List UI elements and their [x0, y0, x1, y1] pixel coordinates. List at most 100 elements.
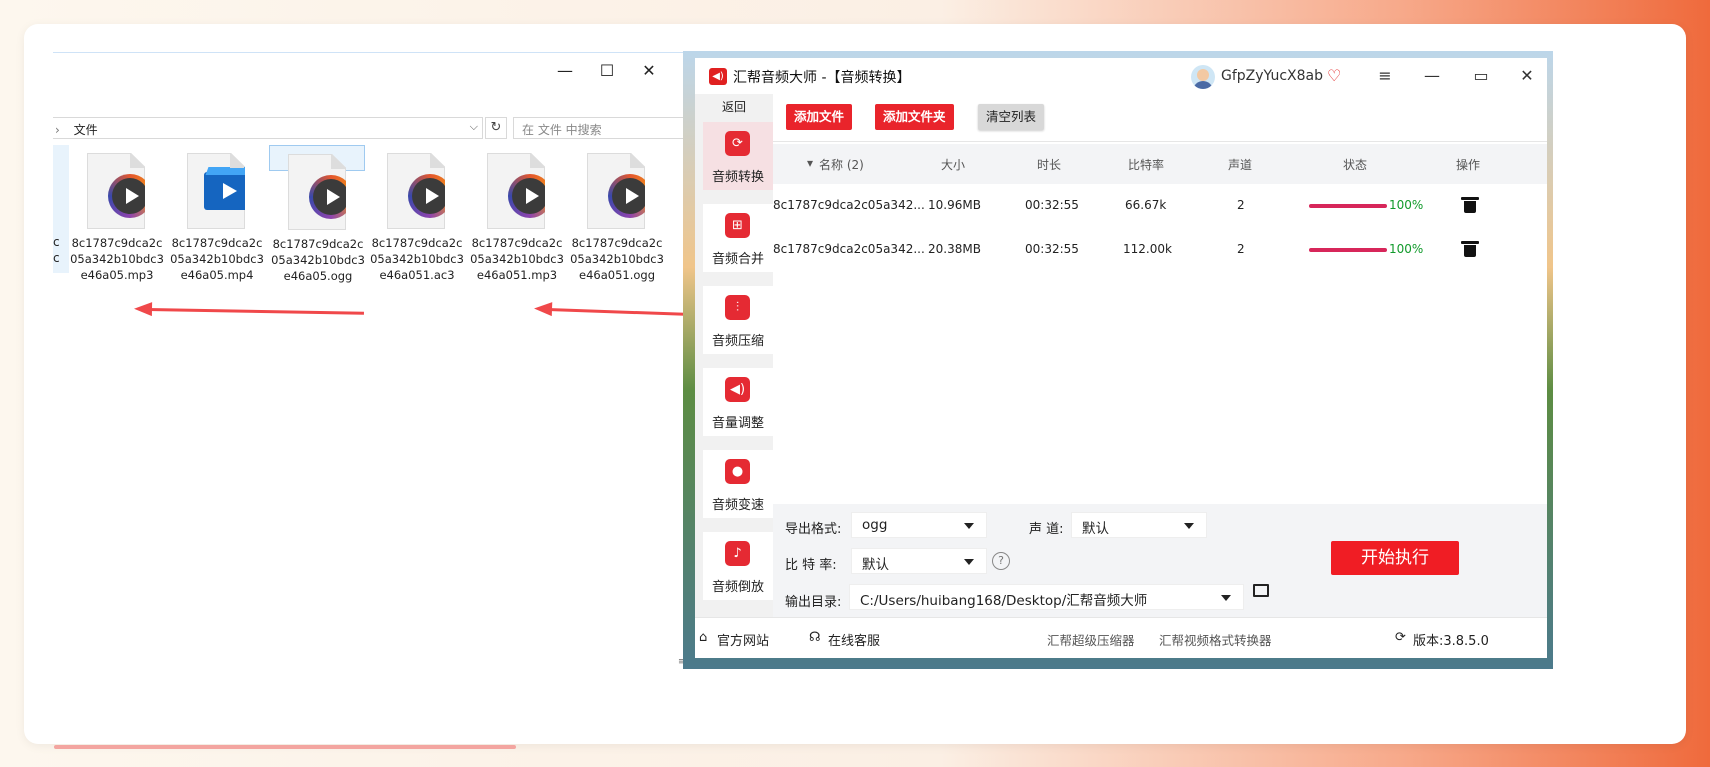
sidebar-item-label: 音频倒放: [711, 580, 764, 595]
cell-name: 8c1787c9dca2c05a342...: [773, 198, 925, 212]
col-name[interactable]: 名称 (2): [819, 156, 864, 173]
chevron-down-icon[interactable]: ⌵: [470, 120, 478, 134]
address-bar[interactable]: › 文件 ⌵: [53, 117, 483, 139]
cell-bitrate: 66.67k: [1125, 198, 1167, 212]
sidebar-item-audio-merge[interactable]: ⊞ 音频合并: [703, 204, 773, 272]
file-name: 8c1787c9dca2c05a342b10bdc3e46a05.mp4: [170, 236, 264, 282]
progress-bar: [1309, 248, 1387, 252]
search-input[interactable]: 在 文件 中搜索 ⌕: [513, 117, 708, 139]
cell-duration: 00:32:55: [1025, 242, 1079, 256]
add-folder-button[interactable]: 添加文件夹: [875, 104, 954, 130]
sidebar-item-label: 音频合并: [711, 252, 764, 267]
table-row[interactable]: 8c1787c9dca2c05a342... 20.38MB 00:32:55 …: [773, 228, 1547, 272]
file-item[interactable]: 8c1787c9dca2c05a342b10bdc3e46a051.ogg: [569, 145, 665, 282]
headset-icon: ☊: [809, 630, 821, 645]
add-file-button[interactable]: 添加文件: [786, 104, 853, 130]
sidebar-item-audio-convert[interactable]: ⟳ 音频转换: [703, 122, 773, 190]
progress-percent: 100%: [1389, 198, 1424, 212]
file-item[interactable]: 8c1787c9dca2c05a342b10bdc3e46a05.mp3: [69, 145, 165, 282]
table-row[interactable]: 8c1787c9dca2c05a342... 10.96MB 00:32:55 …: [773, 184, 1547, 228]
minimize-button[interactable]: —: [550, 61, 580, 80]
output-label: 输出目录:: [785, 595, 842, 610]
cell-channel: 2: [1237, 198, 1245, 212]
app-title: 汇帮音频大师 -【音频转换】: [733, 70, 911, 86]
clear-list-button[interactable]: 清空列表: [978, 104, 1045, 130]
chevron-down-icon: [1221, 595, 1231, 601]
maximize-button[interactable]: ☐: [592, 61, 622, 80]
vip-diamond-icon[interactable]: ♡: [1327, 66, 1341, 85]
search-placeholder: 在 文件 中搜索: [522, 123, 602, 137]
output-dir-select[interactable]: C:/Users/huibang168/Desktop/汇帮音频大师: [849, 584, 1244, 610]
sidebar-item-label: 音频转换: [711, 170, 764, 185]
website-link[interactable]: 官方网站: [717, 630, 769, 649]
file-item[interactable]: 8c1787c9dca2c05a342b10bdc3e46a051.ac3: [369, 145, 465, 282]
file-name: 8c1787c9dca2c05a342b10bdc3e46a051.ogg: [570, 236, 664, 282]
home-icon: ⌂: [699, 630, 708, 645]
format-label: 导出格式:: [785, 522, 842, 537]
sidebar-item-speed[interactable]: ● 音频变速: [703, 450, 773, 518]
audio-play-icon: [408, 174, 445, 218]
avatar[interactable]: [1191, 65, 1215, 89]
close-button[interactable]: ✕: [1512, 66, 1542, 85]
folder-open-icon[interactable]: [1253, 584, 1269, 597]
file-item-selected[interactable]: 8c1787c9dca2c05a342b10bdc3e46a05.ogg: [269, 145, 365, 283]
output-dir-value: C:/Users/huibang168/Desktop/汇帮音频大师: [860, 593, 1148, 609]
cell-duration: 00:32:55: [1025, 198, 1079, 212]
cell-size: 10.96MB: [928, 198, 981, 212]
back-button[interactable]: 返回: [695, 98, 773, 115]
bitrate-select[interactable]: 默认: [851, 548, 987, 574]
cell-channel: 2: [1237, 242, 1245, 256]
format-select[interactable]: ogg: [851, 512, 987, 538]
audio-play-icon: [508, 174, 545, 218]
format-value: ogg: [862, 517, 888, 533]
chevron-down-icon: [964, 523, 974, 529]
partial-file-item[interactable]: c c: [53, 145, 69, 273]
file-item[interactable]: 8c1787c9dca2c05a342b10bdc3e46a05.mp4: [169, 145, 265, 282]
footer: ⌂ 官方网站 ☊ 在线客服 汇帮超级压缩器 汇帮视频格式转换器 ⟳ 版本:3.8…: [695, 617, 1547, 658]
file-name: 8c1787c9dca2c05a342b10bdc3e46a051.ac3: [370, 236, 464, 282]
audio-play-icon: [608, 174, 645, 218]
username[interactable]: GfpZyYucX8ab: [1221, 68, 1323, 84]
progress-strip: [54, 745, 516, 749]
channel-label: 声 道:: [1029, 522, 1064, 537]
trash-icon[interactable]: [1461, 196, 1479, 213]
maximize-button[interactable]: ▭: [1466, 66, 1496, 85]
microphone-icon: ●: [725, 459, 750, 484]
chevron-right-icon: ›: [55, 123, 60, 137]
chevron-down-icon: [964, 559, 974, 565]
file-name: 8c1787c9dca2c05a342b10bdc3e46a051.mp3: [470, 236, 564, 282]
start-button[interactable]: 开始执行: [1331, 541, 1459, 575]
online-service-link[interactable]: 在线客服: [828, 630, 880, 649]
refresh-button[interactable]: ↻: [485, 117, 507, 139]
sync-icon: ⟳: [1395, 630, 1406, 645]
sidebar-item-reverse[interactable]: ♪ 音频倒放: [703, 532, 773, 600]
minimize-button[interactable]: —: [1417, 66, 1447, 85]
help-icon[interactable]: ?: [992, 552, 1010, 570]
trash-icon[interactable]: [1461, 240, 1479, 257]
progress-bar: [1309, 204, 1387, 208]
col-duration: 时长: [1037, 158, 1062, 172]
col-bitrate: 比特率: [1128, 158, 1165, 172]
file-explorer-window: — ☐ ✕ ⌵ ? › 文件 ⌵ ↻ 在 文件 中搜索 ⌕ c c 8c1787…: [53, 52, 730, 714]
channel-select[interactable]: 默认: [1071, 512, 1207, 538]
channel-value: 默认: [1082, 521, 1109, 537]
volume-icon: ◀): [725, 377, 750, 402]
close-button[interactable]: ✕: [634, 61, 664, 80]
menu-button[interactable]: ≡: [1370, 66, 1400, 85]
compressor-link[interactable]: 汇帮超级压缩器: [1047, 630, 1135, 649]
sidebar-item-audio-compress[interactable]: ⫶ 音频压缩: [703, 286, 773, 354]
file-name: 8c1787c9dca2c05a342b10bdc3e46a05.mp3: [70, 236, 164, 282]
file-item[interactable]: 8c1787c9dca2c05a342b10bdc3e46a051.mp3: [469, 145, 565, 282]
version-text: 版本:3.8.5.0: [1413, 634, 1489, 649]
file-document-icon: [87, 153, 145, 229]
audio-play-icon: [309, 175, 346, 219]
video-converter-link[interactable]: 汇帮视频格式转换器: [1159, 630, 1272, 649]
file-document-icon: [187, 153, 245, 229]
col-channel: 声道: [1228, 158, 1253, 172]
cell-name: 8c1787c9dca2c05a342...: [773, 242, 925, 256]
sort-caret-icon[interactable]: ▾: [807, 156, 813, 170]
sidebar-item-volume[interactable]: ◀) 音量调整: [703, 368, 773, 436]
sidebar: 返回 ⟳ 音频转换 ⊞ 音频合并 ⫶ 音频压缩 ◀) 音量调整 ● 音频变速 ♪…: [695, 94, 773, 617]
file-document-icon: [387, 153, 445, 229]
audio-merge-icon: ⊞: [725, 213, 750, 238]
